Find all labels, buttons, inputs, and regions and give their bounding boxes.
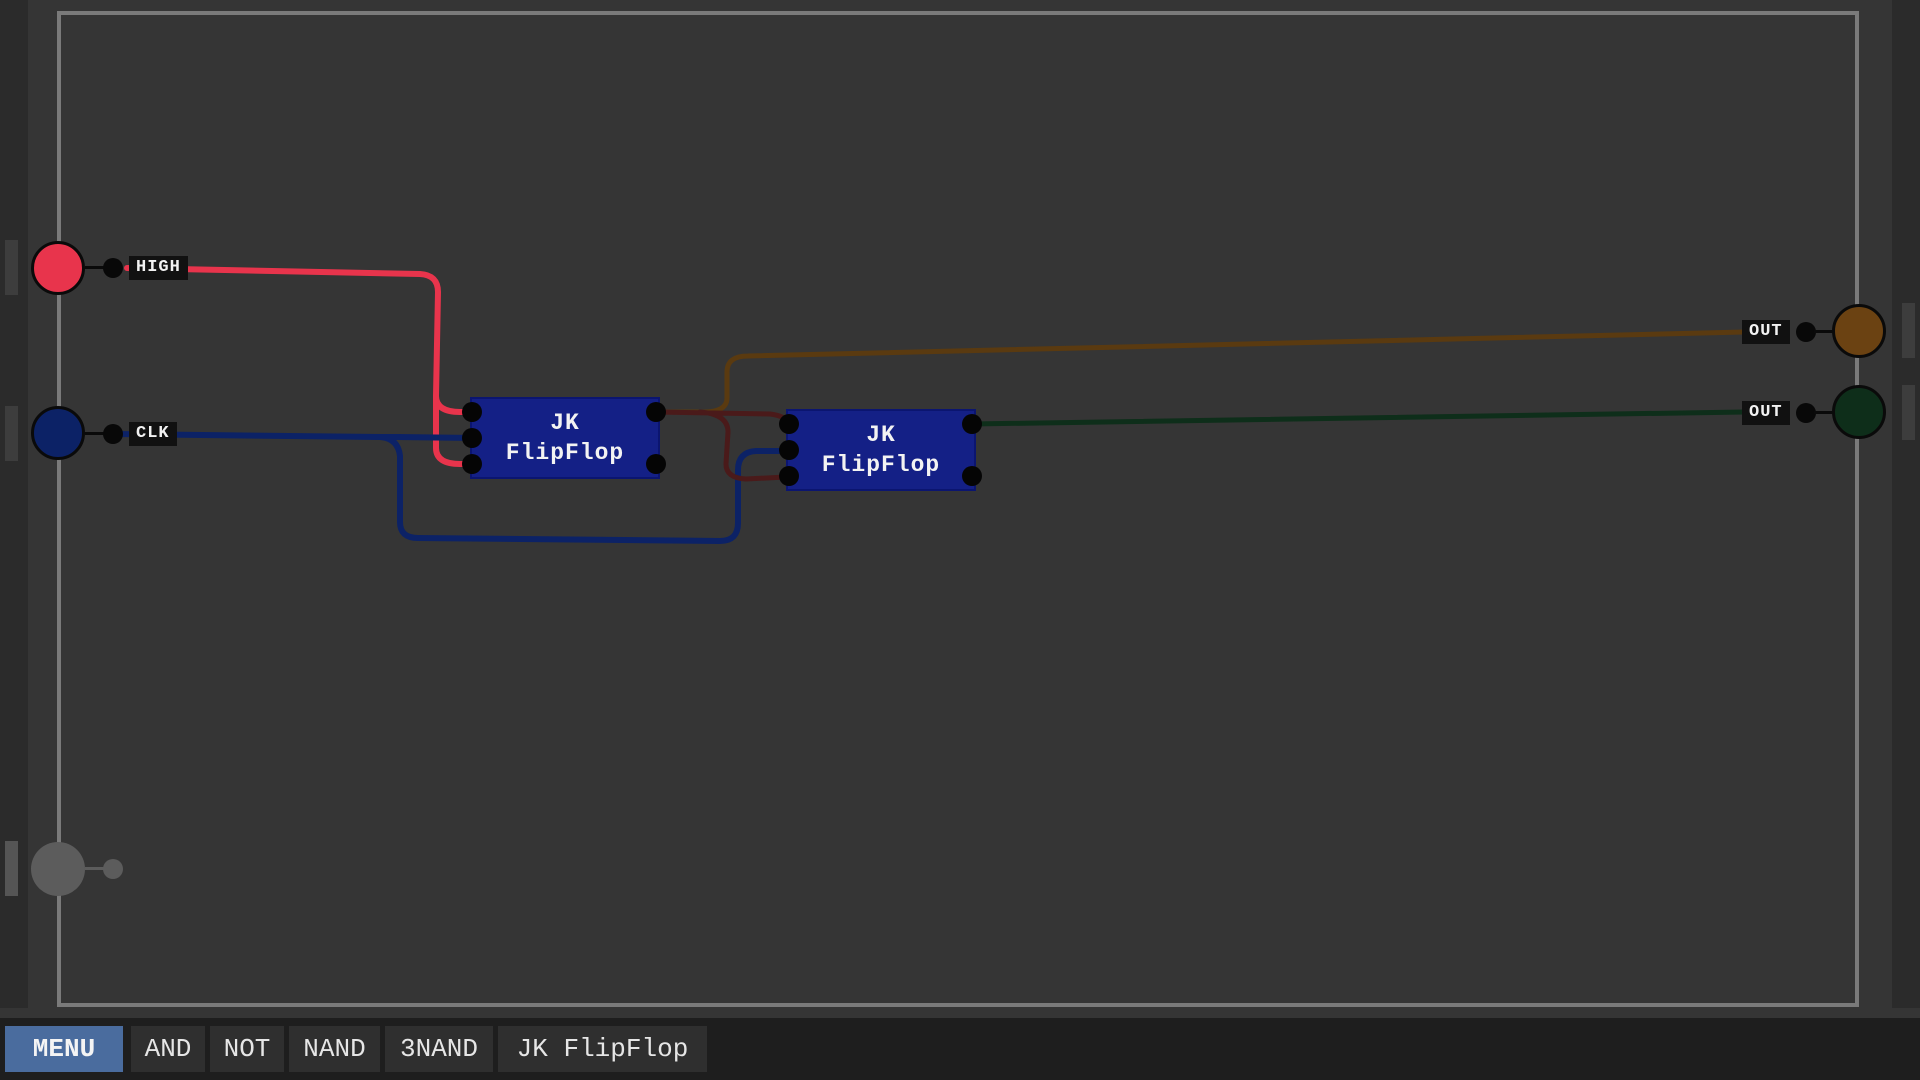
input-connector	[85, 432, 105, 435]
input-switch-clk[interactable]	[31, 406, 85, 460]
chip-input-pin-k[interactable]	[779, 466, 799, 486]
palette-nand-button[interactable]: NAND	[289, 1026, 380, 1072]
menu-button[interactable]: MENU	[5, 1026, 123, 1072]
jk-flipflop-chip[interactable]: JK FlipFlop	[470, 397, 660, 479]
palette-3nand-button[interactable]: 3NAND	[385, 1026, 493, 1072]
chip-output-pin-qnot[interactable]	[962, 466, 982, 486]
input-connector	[85, 867, 105, 870]
input-connector	[85, 266, 105, 269]
output-connector	[1814, 411, 1834, 414]
wire-q1-not[interactable]	[653, 409, 793, 482]
chip-title: JK	[550, 410, 580, 436]
circuit-canvas[interactable]: HIGH CLK JK FlipFlop JK FlipFlop OUT OUT	[0, 0, 1920, 1080]
wire-clk[interactable]	[110, 431, 789, 545]
input-pin[interactable]	[103, 258, 123, 278]
chip-subtitle: FlipFlop	[821, 452, 941, 478]
chip-subtitle: FlipFlop	[505, 440, 625, 466]
chip-output-pin-q[interactable]	[646, 402, 666, 422]
wire-layer	[110, 265, 1747, 545]
chip-input-pin-clk[interactable]	[462, 428, 482, 448]
wire-q2[interactable]	[969, 409, 1747, 427]
chip-input-pin-j[interactable]	[779, 414, 799, 434]
chip-input-pin-j[interactable]	[462, 402, 482, 422]
input-pin[interactable]	[103, 424, 123, 444]
chip-title: JK	[866, 422, 896, 448]
input-pin[interactable]	[103, 859, 123, 879]
input-switch-high[interactable]	[31, 241, 85, 295]
palette-jk-flipflop-button[interactable]: JK FlipFlop	[498, 1026, 707, 1072]
input-label-high: HIGH	[129, 256, 188, 280]
chip-input-pin-clk[interactable]	[779, 440, 799, 460]
output-pin[interactable]	[1796, 322, 1816, 342]
output-connector	[1814, 330, 1834, 333]
input-label-clk: CLK	[129, 422, 177, 446]
output-label: OUT	[1742, 401, 1790, 425]
component-toolbar: MENU AND NOT NAND 3NAND JK FlipFlop	[0, 1018, 1920, 1080]
output-lamp	[1832, 385, 1886, 439]
chip-output-pin-q[interactable]	[962, 414, 982, 434]
chip-output-pin-qnot[interactable]	[646, 454, 666, 474]
output-lamp	[1832, 304, 1886, 358]
input-switch-empty[interactable]	[31, 842, 85, 896]
chip-input-pin-k[interactable]	[462, 454, 482, 474]
wire-q1[interactable]	[653, 329, 1747, 415]
palette-and-button[interactable]: AND	[131, 1026, 205, 1072]
jk-flipflop-chip[interactable]: JK FlipFlop	[786, 409, 976, 491]
palette-not-button[interactable]: NOT	[210, 1026, 284, 1072]
output-pin[interactable]	[1796, 403, 1816, 423]
output-label: OUT	[1742, 320, 1790, 344]
